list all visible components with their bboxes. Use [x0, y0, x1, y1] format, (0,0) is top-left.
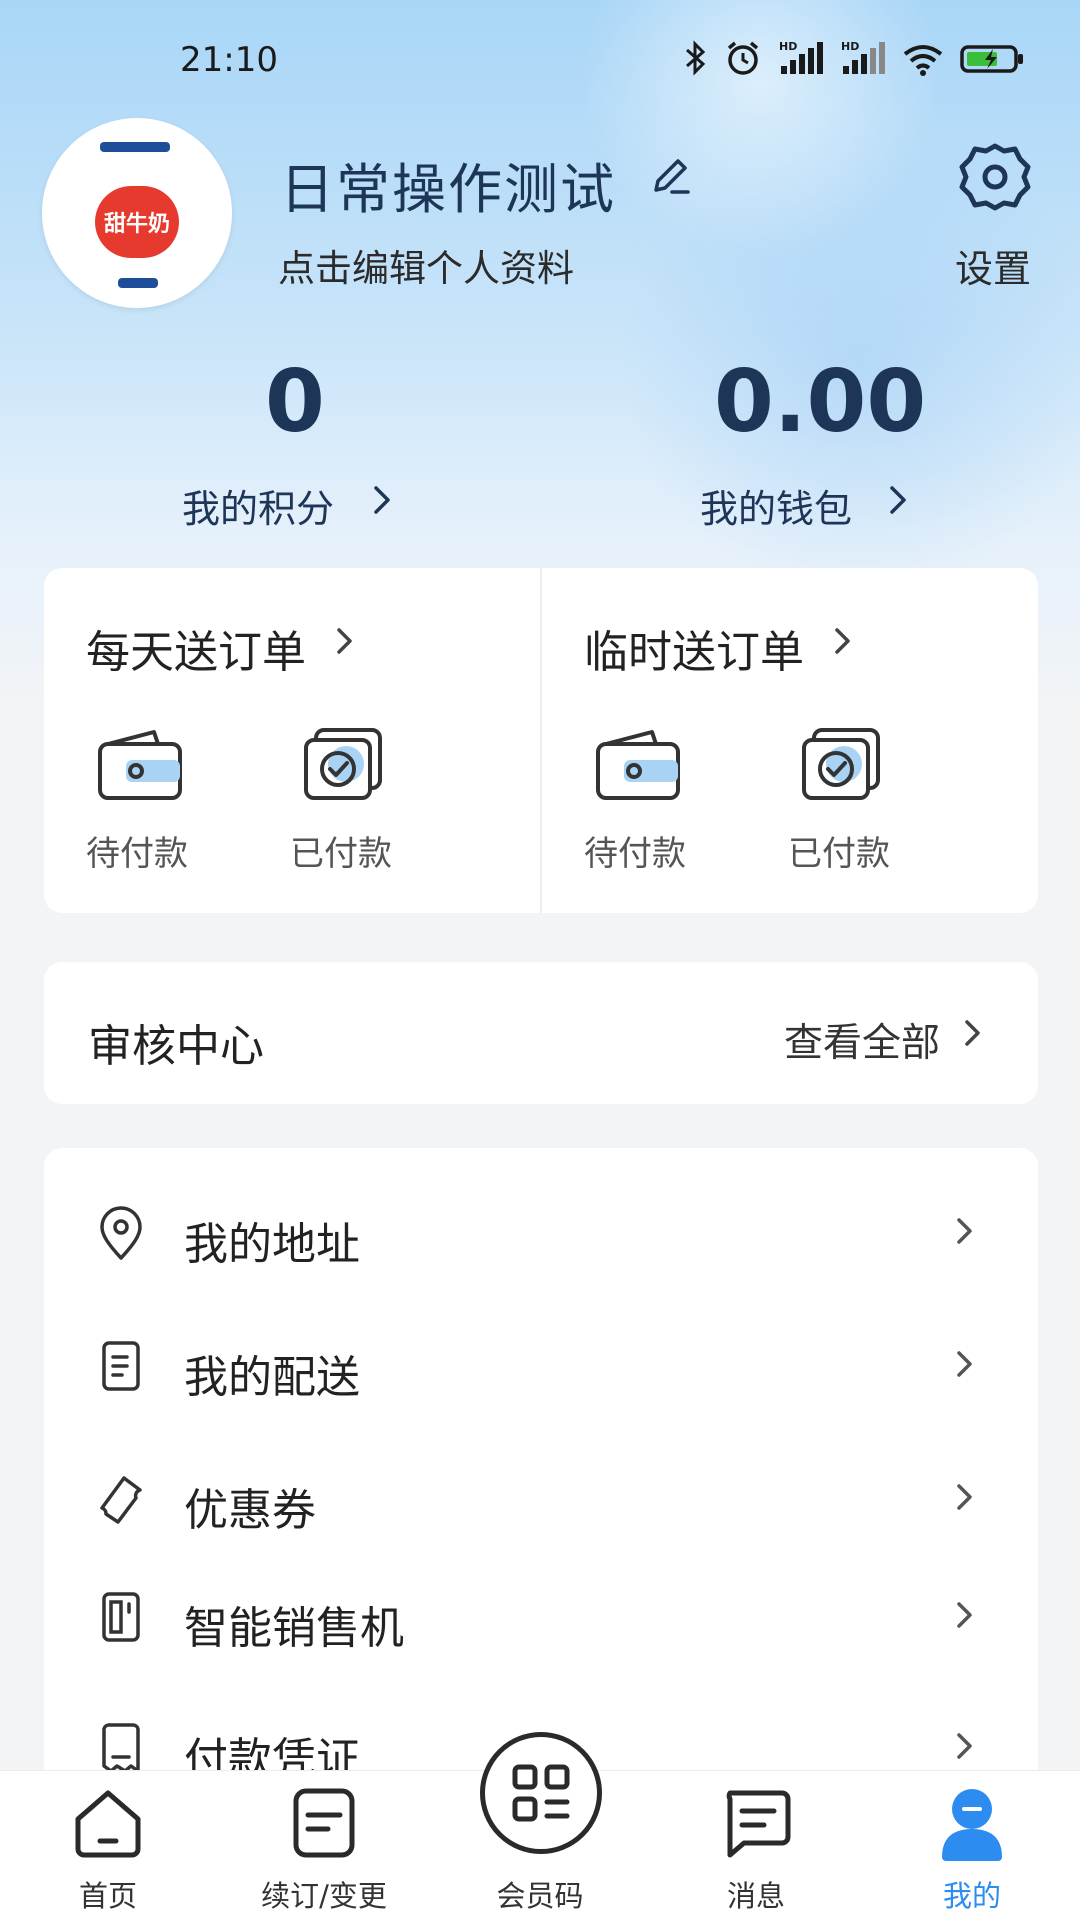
avatar-product-badge: [118, 278, 158, 288]
signal-hd-2-icon: HD: [841, 40, 885, 74]
wifi-icon: [903, 45, 943, 76]
temp-pending-label[interactable]: 待付款: [584, 826, 686, 875]
temp-paid-label[interactable]: 已付款: [788, 826, 890, 875]
daily-paid-label[interactable]: 已付款: [290, 826, 392, 875]
menu-item-vending-machine[interactable]: 智能销售机: [44, 1562, 1038, 1672]
audit-center-title: 审核中心: [88, 1021, 264, 1072]
bluetooth-icon: [686, 40, 706, 76]
home-icon: [75, 1790, 141, 1858]
tab-label: 会员码: [496, 1879, 584, 1913]
renew-icon: [293, 1788, 355, 1858]
signal-hd-icon: HD: [779, 40, 823, 74]
tab-label: 续订/变更: [261, 1879, 387, 1913]
tab-renew[interactable]: 续订/变更: [216, 1771, 432, 1921]
chevron-right-icon: [957, 1484, 972, 1510]
daily-pending-label[interactable]: 待付款: [86, 826, 188, 875]
svg-text:HD: HD: [841, 40, 859, 53]
qr-code-icon: [512, 1764, 570, 1822]
orders-card: 每天送订单 待付款 已付款 临时送订单 待付款 已付款: [44, 568, 1038, 913]
menu-item-coupons[interactable]: 优惠券: [44, 1444, 1038, 1554]
edit-profile-link[interactable]: 点击编辑个人资料: [278, 238, 574, 292]
wallet-label[interactable]: 我的钱包: [700, 478, 852, 533]
audit-center-card[interactable]: 审核中心 查看全部: [44, 962, 1038, 1104]
wallet-value[interactable]: 0.00: [714, 352, 926, 452]
edit-icon[interactable]: [648, 152, 694, 198]
receipt-icon: [102, 1723, 140, 1773]
chevron-right-icon: [957, 1218, 972, 1244]
status-time: 21:10: [180, 40, 278, 80]
status-bar: 21:10 HD HD: [0, 0, 1080, 120]
menu-list: 我的地址 我的配送 优惠券 智能销售机 付款凭证: [44, 1148, 1038, 1788]
message-icon: [726, 1790, 791, 1858]
view-all-link[interactable]: 查看全部: [784, 1012, 940, 1068]
menu-item-address[interactable]: 我的地址: [44, 1178, 1038, 1288]
avatar-product-text: 甜牛奶: [104, 212, 171, 237]
wallet-pending-icon[interactable]: [592, 724, 682, 804]
member-code-button[interactable]: [480, 1732, 602, 1854]
chevron-right-icon: [957, 1733, 972, 1759]
points-label[interactable]: 我的积分: [182, 478, 334, 533]
paid-check-icon[interactable]: [796, 724, 886, 804]
coupon-icon: [100, 1476, 142, 1524]
vending-machine-icon: [102, 1592, 140, 1642]
wallet-pending-icon[interactable]: [94, 724, 184, 804]
status-icons: HD HD: [683, 38, 1025, 78]
temp-orders-chevron-icon: [835, 628, 850, 654]
menu-item-label: 智能销售机: [184, 1603, 404, 1654]
profile-icon: [942, 1789, 1002, 1861]
user-name[interactable]: 日常操作测试: [280, 145, 616, 224]
alarm-icon: [727, 41, 759, 75]
tab-label: 消息: [726, 1879, 785, 1913]
points-chevron-icon: [374, 486, 390, 514]
gear-icon[interactable]: [958, 140, 1032, 214]
svg-text:HD: HD: [779, 40, 797, 53]
tab-messages[interactable]: 消息: [648, 1771, 864, 1921]
menu-item-delivery[interactable]: 我的配送: [44, 1311, 1038, 1421]
settings-label[interactable]: 设置: [955, 238, 1031, 293]
points-value[interactable]: 0: [265, 352, 325, 452]
menu-item-label: 我的配送: [184, 1352, 360, 1403]
menu-item-label: 我的地址: [184, 1219, 360, 1270]
avatar[interactable]: 甜牛奶: [42, 118, 232, 308]
daily-orders-chevron-icon: [337, 628, 352, 654]
temp-orders-title[interactable]: 临时送订单: [584, 616, 804, 680]
view-all-chevron-icon: [965, 1020, 980, 1046]
document-icon: [102, 1341, 140, 1391]
orders-divider: [540, 568, 542, 913]
tab-label: 首页: [78, 1879, 137, 1913]
chevron-right-icon: [957, 1351, 972, 1377]
tab-profile[interactable]: 我的: [864, 1771, 1080, 1921]
wallet-chevron-icon: [890, 486, 906, 514]
menu-item-label: 优惠券: [184, 1485, 316, 1536]
chevron-right-icon: [957, 1602, 972, 1628]
daily-orders-title[interactable]: 每天送订单: [86, 616, 306, 680]
battery-charging-icon: [960, 45, 1023, 73]
location-icon: [100, 1206, 142, 1260]
tab-home[interactable]: 首页: [0, 1771, 216, 1921]
tab-label: 我的: [942, 1879, 1001, 1913]
avatar-brand-logo: [100, 142, 170, 152]
paid-check-icon[interactable]: [298, 724, 388, 804]
